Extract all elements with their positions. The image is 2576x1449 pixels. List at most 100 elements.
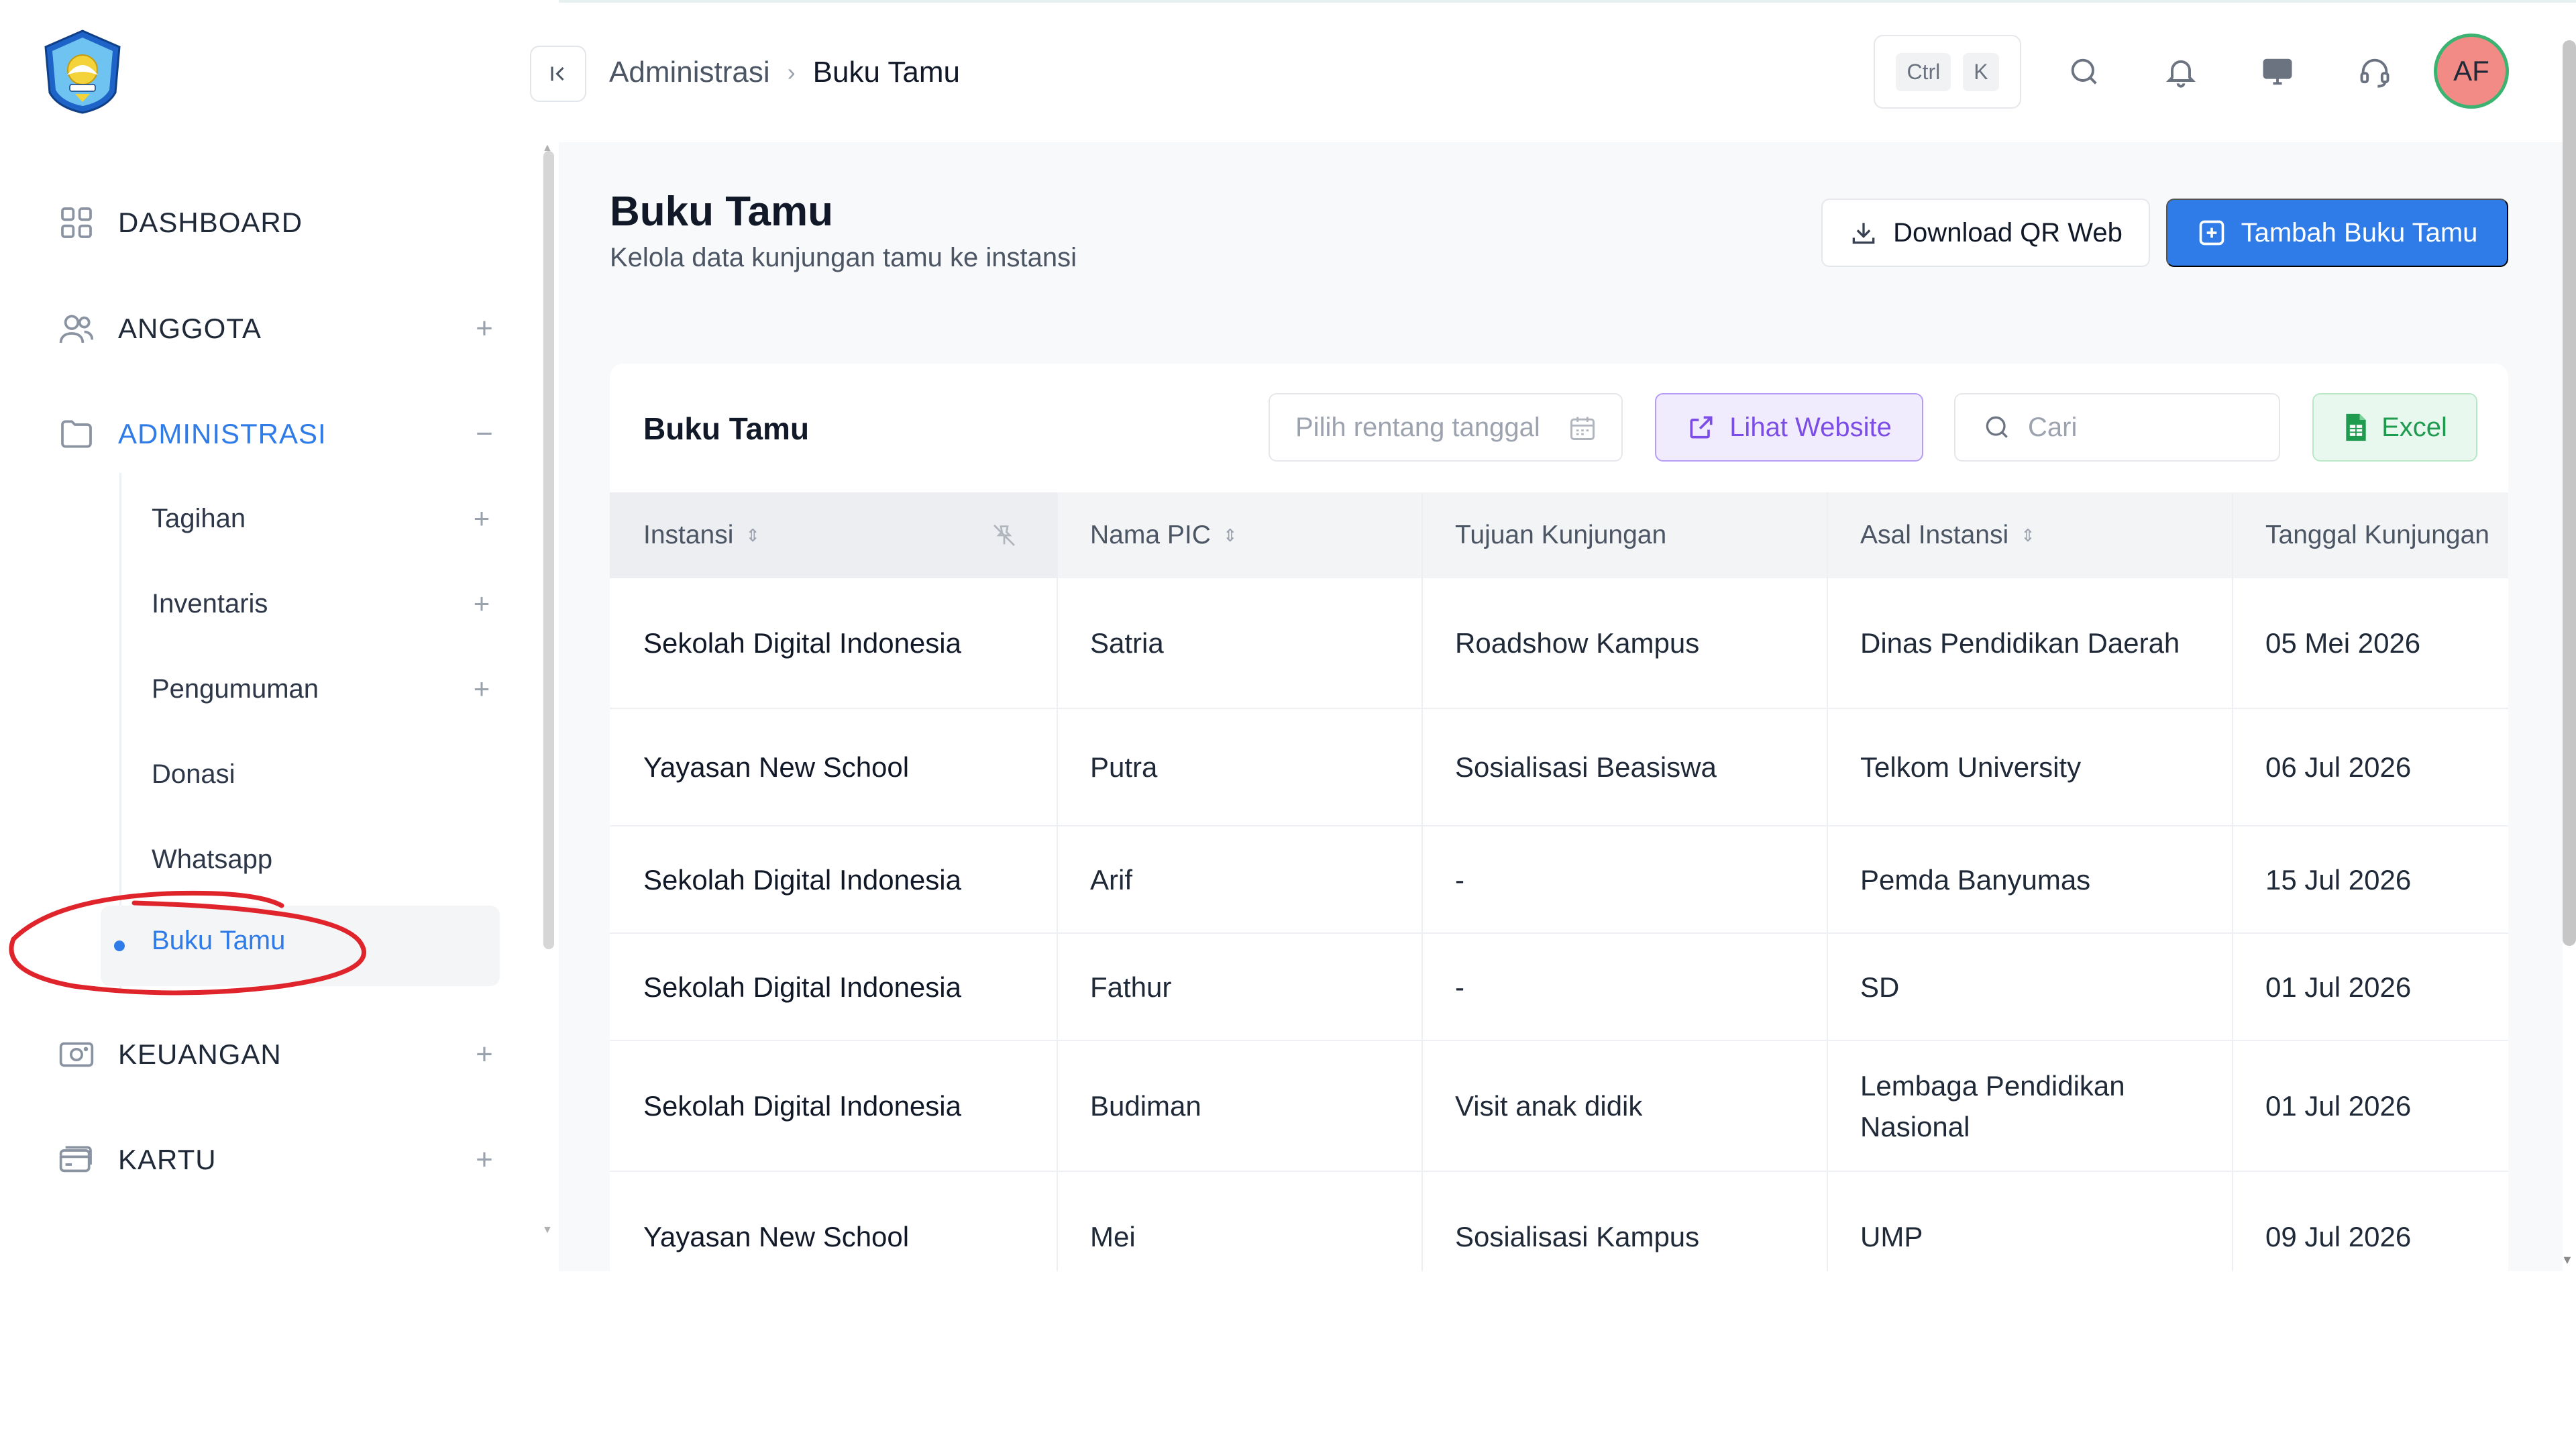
sidebar-scroll-down-icon[interactable]: ▼ <box>542 1224 553 1236</box>
card-icon <box>55 1138 98 1181</box>
sidebar-item-label: KEUANGAN <box>118 1038 282 1070</box>
table-cell: 06 Jul 2026 <box>2265 751 2412 784</box>
table-cell: 09 Jul 2026 <box>2265 1221 2412 1253</box>
table-cell: - <box>1455 863 1464 896</box>
column-header-instansi[interactable]: Instansi ⇕ <box>643 492 760 578</box>
sidebar-item-label: KARTU <box>118 1144 217 1175</box>
camera-icon <box>55 1033 98 1076</box>
search-icon[interactable] <box>2061 48 2108 95</box>
command-palette-shortcut[interactable]: Ctrl K <box>1874 35 2021 109</box>
table-cell: Sosialisasi Kampus <box>1455 1221 1700 1253</box>
monitor-icon[interactable] <box>2254 48 2301 95</box>
sidebar-subitem-whatsapp[interactable]: Whatsapp <box>152 833 500 886</box>
add-guestbook-label: Tambah Buku Tamu <box>2241 217 2478 248</box>
sidebar-item-keuangan[interactable]: KEUANGAN + <box>55 1028 498 1081</box>
sidebar-subitem-tagihan[interactable]: Tagihan + <box>152 492 500 545</box>
sidebar-subitem-pengumuman[interactable]: Pengumuman + <box>152 662 500 716</box>
spreadsheet-icon <box>2346 413 2366 441</box>
table-cell: Sekolah Digital Indonesia <box>643 1090 961 1122</box>
search-input[interactable]: Cari <box>1954 393 2280 462</box>
column-header-nama-pic[interactable]: Nama PIC ⇕ <box>1090 492 1238 578</box>
sort-icon[interactable]: ⇕ <box>1223 525 1238 546</box>
sidebar-collapse-button[interactable] <box>530 46 586 102</box>
table-cell: 15 Jul 2026 <box>2265 863 2412 896</box>
sidebar-item-label: ANGGOTA <box>118 313 262 344</box>
table-cell: 01 Jul 2026 <box>2265 1090 2412 1122</box>
table-cell: Fathur <box>1090 971 1172 1003</box>
add-guestbook-button[interactable]: Tambah Buku Tamu <box>2166 199 2508 267</box>
table-cell: Sosialisasi Beasiswa <box>1455 751 1717 784</box>
expand-icon[interactable]: + <box>468 673 495 705</box>
table-cell: Visit anak didik <box>1455 1090 1643 1122</box>
scroll-down-icon[interactable]: ▼ <box>2561 1253 2573 1267</box>
table-row[interactable]: Sekolah Digital Indonesia Budiman Visit an… <box>610 1041 2508 1172</box>
page-title: Buku Tamu <box>610 189 833 235</box>
kbd-k: K <box>1963 52 1999 91</box>
export-excel-button[interactable]: Excel <box>2312 393 2477 462</box>
export-excel-label: Excel <box>2381 412 2447 442</box>
logo[interactable] <box>40 28 125 115</box>
breadcrumb-item-current: Buku Tamu <box>812 56 960 89</box>
table-cell: Pemda Banyumas <box>1860 863 2091 896</box>
table-cell: Roadshow Kampus <box>1455 627 1700 659</box>
date-range-input[interactable]: Pilih rentang tanggal <box>1269 393 1623 462</box>
expand-icon[interactable]: + <box>471 312 498 345</box>
view-website-button[interactable]: Lihat Website <box>1655 393 1923 462</box>
headset-icon[interactable] <box>2351 48 2398 95</box>
table-cell: Satria <box>1090 627 1164 659</box>
column-header-asal-instansi[interactable]: Asal Instansi ⇕ <box>1860 492 2035 578</box>
sidebar-item-administrasi[interactable]: ADMINISTRASI − <box>55 407 498 461</box>
sidebar-item-dashboard[interactable]: DASHBOARD <box>55 196 498 250</box>
users-icon <box>55 307 98 350</box>
external-link-icon <box>1690 416 1713 439</box>
download-icon <box>1852 223 1875 244</box>
table-row[interactable]: Yayasan New School Mei Sosialisasi Kampus U… <box>610 1172 2508 1271</box>
table-cell: Sekolah Digital Indonesia <box>643 627 961 659</box>
sidebar-subitem-label: Whatsapp <box>152 844 273 874</box>
expand-icon[interactable]: + <box>468 588 495 620</box>
table-row[interactable]: Sekolah Digital Indonesia Satria Roadshow … <box>610 578 2508 709</box>
collapse-icon[interactable]: − <box>471 417 498 451</box>
bell-icon[interactable] <box>2157 48 2204 95</box>
table-row[interactable]: Yayasan New School Putra Sosialisasi Beasi… <box>610 709 2508 826</box>
page-scrollbar[interactable] <box>2563 40 2576 946</box>
sidebar-subitem-inventaris[interactable]: Inventaris + <box>152 577 500 631</box>
sidebar-item-label: DASHBOARD <box>118 207 303 238</box>
column-header-label: Tanggal Kunjungan <box>2265 521 2489 549</box>
column-header-tanggal[interactable]: Tanggal Kunjungan <box>2265 492 2489 578</box>
sidebar-scrollbar[interactable] <box>543 151 554 949</box>
sort-icon[interactable]: ⇕ <box>2021 525 2035 546</box>
avatar[interactable]: AF <box>2434 34 2509 109</box>
table-cell: Yayasan New School <box>643 751 910 784</box>
download-qr-label: Download QR Web <box>1893 217 2123 248</box>
table-row[interactable]: Sekolah Digital Indonesia Arif - Pemda Bany… <box>610 826 2508 934</box>
search-placeholder: Cari <box>2028 412 2078 442</box>
breadcrumb-item-administrasi[interactable]: Administrasi <box>609 56 770 89</box>
grid-icon <box>55 201 98 244</box>
sidebar-subitem-label: Tagihan <box>152 503 246 533</box>
sidebar-item-label: ADMINISTRASI <box>118 418 327 449</box>
sidebar-item-kartu[interactable]: KARTU + <box>55 1133 498 1187</box>
chevron-right-icon: › <box>787 58 796 86</box>
sidebar-subitem-label: Donasi <box>152 759 235 789</box>
table-cell: - <box>1455 971 1464 1003</box>
expand-icon[interactable]: + <box>468 502 495 535</box>
table-row[interactable]: Sekolah Digital Indonesia Fathur - SD 01 Jul… <box>610 934 2508 1041</box>
table-cell: Budiman <box>1090 1090 1201 1122</box>
unpin-icon[interactable] <box>991 522 1018 549</box>
sidebar-item-anggota[interactable]: ANGGOTA + <box>55 302 498 356</box>
sidebar-subitem-donasi[interactable]: Donasi <box>152 747 500 801</box>
sidebar: ▲ ▼ DASHBOARD ANGGOTA + ADMINISTRASI − T… <box>0 0 559 1271</box>
date-range-placeholder: Pilih rentang tanggal <box>1295 412 1540 442</box>
expand-icon[interactable]: + <box>471 1038 498 1071</box>
download-qr-button[interactable]: Download QR Web <box>1821 199 2150 267</box>
table-cell: Mei <box>1090 1221 1136 1253</box>
search-icon <box>1986 416 2008 438</box>
table-cell: Putra <box>1090 751 1158 784</box>
sort-icon[interactable]: ⇕ <box>745 525 760 546</box>
sidebar-subitem-label: Pengumuman <box>152 674 319 704</box>
sidebar-subitem-label[interactable]: Buku Tamu <box>152 926 285 956</box>
table-cell: Lembaga Pendidikan Nasional <box>1860 1069 2125 1142</box>
table-cell: 05 Mei 2026 <box>2265 627 2421 659</box>
expand-icon[interactable]: + <box>471 1143 498 1177</box>
